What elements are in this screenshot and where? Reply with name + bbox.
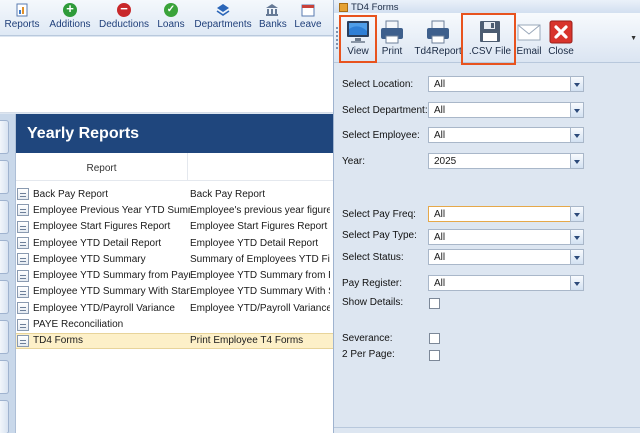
yearly-reports-pane: Yearly Reports Report Back Pay Report Bac… — [16, 114, 333, 433]
print-button[interactable]: Print — [379, 17, 405, 61]
report-icon — [17, 253, 29, 266]
side-tab[interactable] — [0, 160, 9, 194]
report-icon — [17, 302, 29, 315]
pay-type-label: Select Pay Type: — [342, 230, 417, 241]
department-label: Select Department: — [342, 105, 428, 116]
report-column-header[interactable]: Report — [16, 153, 188, 180]
status-select[interactable]: All — [428, 249, 584, 265]
report-row[interactable]: Employee Start Figures Report Employee St… — [16, 219, 333, 235]
loans-button[interactable]: Loans — [156, 1, 186, 34]
report-row[interactable]: Employee YTD Summary With Start Employee … — [16, 284, 333, 300]
td4-forms-dialog: TD4 Forms View Print Td4Report .CSV File… — [333, 0, 640, 433]
side-tab[interactable] — [0, 320, 9, 354]
email-button[interactable]: Email — [516, 17, 542, 61]
toolbar-overflow-icon[interactable]: ▼ — [630, 35, 637, 42]
dialog-title-bar[interactable]: TD4 Forms — [334, 0, 640, 13]
leave-button[interactable]: Leave — [294, 1, 322, 34]
pay-type-select[interactable]: All — [428, 229, 584, 245]
two-per-page-checkbox[interactable] — [429, 350, 440, 361]
deductions-button[interactable]: Deductions — [98, 1, 150, 34]
reports-pane-title: Yearly Reports — [16, 114, 333, 153]
reports-list: Back Pay Report Back Pay Report Employee … — [16, 181, 333, 349]
report-icon — [17, 188, 29, 201]
view-highlight — [339, 15, 377, 63]
status-label: Select Status: — [342, 252, 404, 263]
content-blank-area — [0, 37, 333, 113]
departments-icon — [216, 4, 230, 16]
leave-icon — [301, 4, 315, 17]
report-icon — [17, 285, 29, 298]
location-select[interactable]: All — [428, 76, 584, 92]
report-row[interactable]: Employee YTD Summary Summary of Employees… — [16, 251, 333, 267]
csv-file-highlight — [461, 13, 516, 65]
pay-freq-select[interactable]: All — [428, 206, 584, 222]
side-tab[interactable] — [0, 360, 9, 394]
check-circle-icon — [164, 2, 178, 18]
dialog-title: TD4 Forms — [351, 1, 399, 13]
severance-label: Severance: — [342, 333, 393, 344]
printer-icon — [381, 20, 403, 44]
side-tab[interactable] — [0, 120, 9, 154]
chevron-down-icon[interactable] — [570, 102, 584, 118]
envelope-icon — [517, 24, 541, 41]
forms-icon — [339, 2, 348, 12]
report-row[interactable]: Employee YTD/Payroll Variance Employee YT… — [16, 300, 333, 316]
close-icon — [549, 20, 573, 44]
chevron-down-icon[interactable] — [570, 275, 584, 291]
close-button[interactable]: Close — [546, 17, 576, 61]
chevron-down-icon[interactable] — [570, 206, 584, 222]
pay-register-label: Pay Register: — [342, 278, 403, 289]
report-icon — [17, 204, 29, 217]
report-icon — [17, 220, 29, 233]
chevron-down-icon[interactable] — [570, 229, 584, 245]
report-icon — [17, 269, 29, 282]
side-tab[interactable] — [0, 280, 9, 314]
employee-select[interactable]: All — [428, 127, 584, 143]
description-column-header[interactable] — [188, 153, 333, 180]
chevron-down-icon[interactable] — [570, 153, 584, 169]
additions-button[interactable]: Additions — [48, 1, 92, 34]
show-details-checkbox[interactable] — [429, 298, 440, 309]
reports-icon — [16, 3, 28, 17]
banks-button[interactable]: Banks — [259, 1, 287, 34]
two-per-page-label: 2 Per Page: — [342, 349, 395, 360]
department-select[interactable]: All — [428, 102, 584, 118]
toolbar-grip[interactable] — [336, 27, 338, 49]
report-row[interactable]: Employee Previous Year YTD Summ Employee'… — [16, 202, 333, 218]
report-row[interactable]: Employee YTD Detail Report Employee YTD D… — [16, 235, 333, 251]
dialog-bottom-edge — [334, 427, 640, 433]
main-toolbar: Reports Additions Deductions Loans Depar… — [0, 0, 333, 36]
report-row[interactable]: PAYE Reconciliation — [16, 316, 333, 332]
chevron-down-icon[interactable] — [570, 249, 584, 265]
chevron-down-icon[interactable] — [570, 127, 584, 143]
location-label: Select Location: — [342, 79, 414, 90]
minus-circle-icon — [117, 1, 131, 17]
side-tab[interactable] — [0, 240, 9, 274]
chevron-down-icon[interactable] — [570, 76, 584, 92]
td4report-button[interactable]: Td4Report — [414, 17, 462, 61]
bank-icon — [266, 4, 278, 16]
side-tab-strip — [0, 114, 16, 433]
dialog-toolbar: View Print Td4Report .CSV File Email Clo… — [334, 13, 640, 65]
year-label: Year: — [342, 156, 365, 167]
employee-label: Select Employee: — [342, 130, 420, 141]
report-icon — [17, 334, 29, 347]
pay-freq-label: Select Pay Freq: — [342, 209, 416, 220]
report-row-selected[interactable]: TD4 Forms Print Employee T4 Forms — [16, 332, 333, 349]
report-icon — [17, 318, 29, 331]
reports-button[interactable]: Reports — [2, 1, 42, 34]
report-row[interactable]: Back Pay Report Back Pay Report — [16, 186, 333, 202]
side-tab[interactable] — [0, 200, 9, 234]
pay-register-select[interactable]: All — [428, 275, 584, 291]
year-select[interactable]: 2025 — [428, 153, 584, 169]
plus-circle-icon — [63, 1, 77, 17]
printer-icon — [427, 20, 449, 44]
side-tab[interactable] — [0, 400, 9, 433]
show-details-label: Show Details: — [342, 297, 404, 308]
reports-column-header: Report — [16, 153, 333, 181]
report-icon — [17, 237, 29, 250]
severance-checkbox[interactable] — [429, 333, 440, 344]
departments-button[interactable]: Departments — [193, 1, 253, 34]
report-row[interactable]: Employee YTD Summary from Payr Employee Y… — [16, 267, 333, 283]
